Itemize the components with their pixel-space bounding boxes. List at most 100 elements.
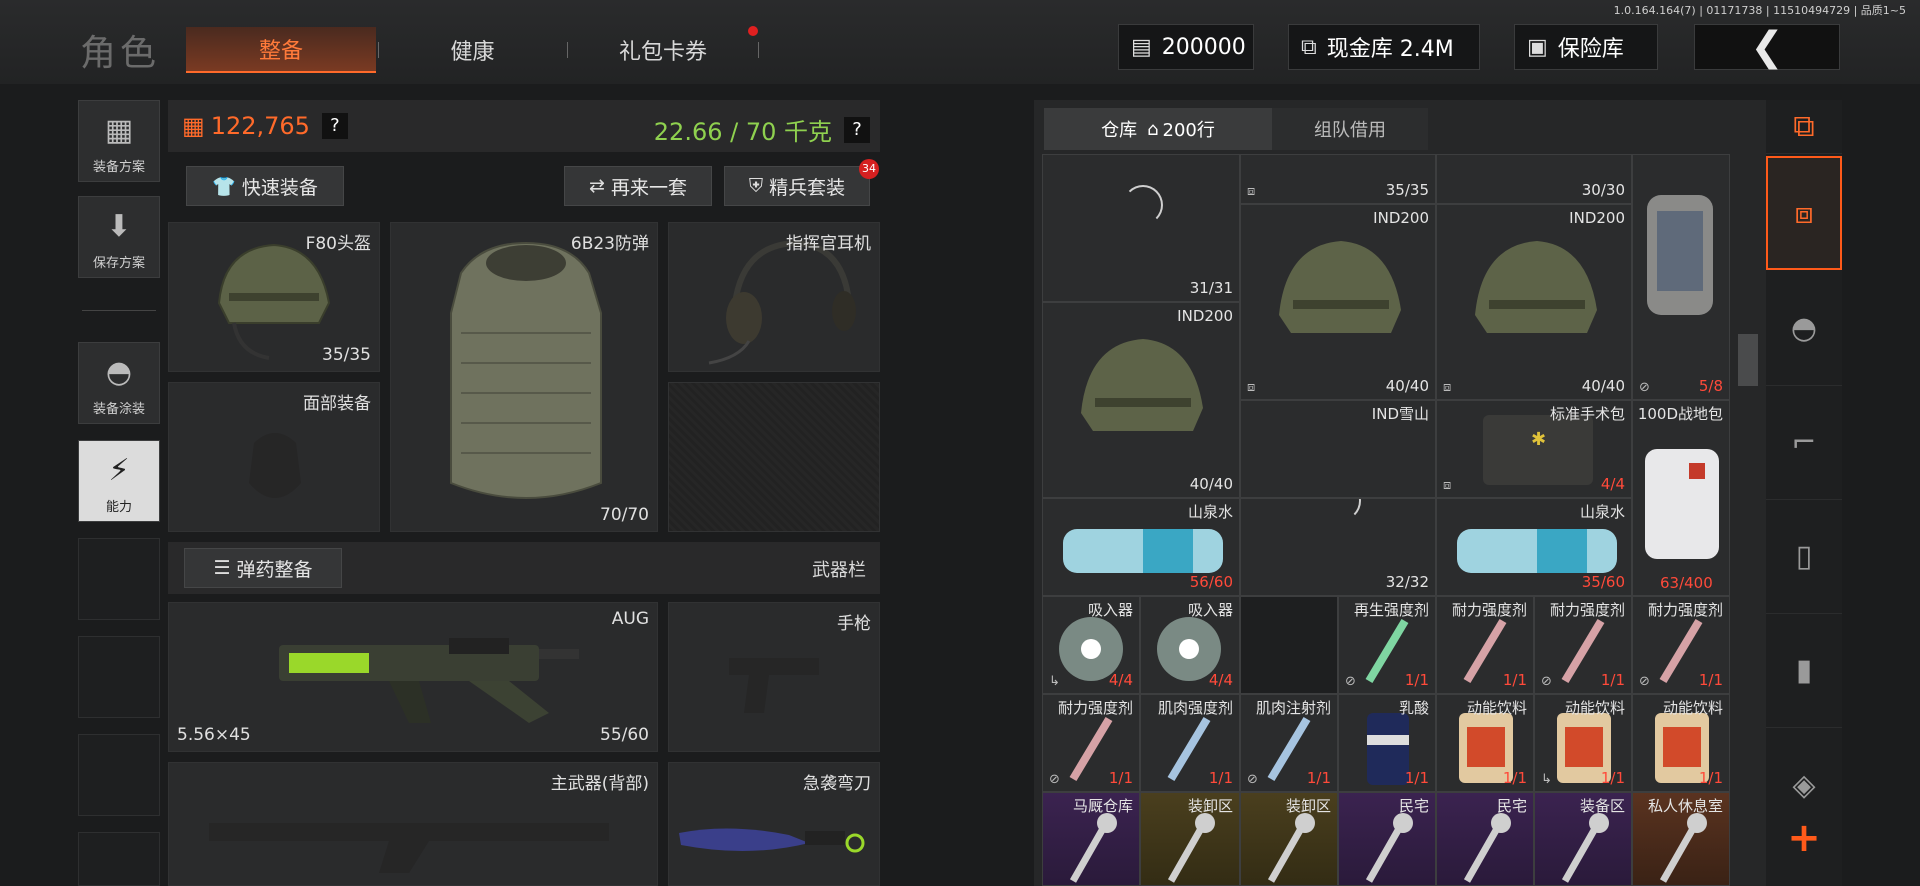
- category-magazine-icon[interactable]: ▯: [1766, 500, 1842, 614]
- inventory-item[interactable]: 山泉水 35/60: [1436, 498, 1632, 596]
- inventory-item[interactable]: 肌肉注射剂 ⊘ 1/1: [1240, 694, 1338, 792]
- item-qty: 1/1: [1600, 769, 1625, 787]
- item-name: 100D战地包: [1637, 405, 1723, 423]
- key-item[interactable]: 民宅: [1436, 792, 1534, 886]
- inventory-item[interactable]: 吸入器 4/4: [1140, 596, 1240, 694]
- inventory-item[interactable]: 再生强度剂 ⊘ 1/1: [1338, 596, 1436, 694]
- ammo-icon: ☰: [213, 557, 231, 579]
- sidebar-empty-slot: [78, 832, 160, 886]
- category-all-icon[interactable]: ⧈: [1766, 156, 1842, 270]
- safe-icon: ▣: [1527, 34, 1548, 60]
- shield-icon: ⛨: [748, 175, 764, 197]
- inventory-item[interactable]: IND雪山: [1240, 400, 1436, 498]
- no-insure-icon: ⊘: [1247, 772, 1258, 787]
- again-button[interactable]: ⇄ 再来一套: [564, 166, 712, 206]
- helmet-image: [1279, 241, 1401, 333]
- inventory-item[interactable]: 耐力强度剂 1/1: [1436, 596, 1534, 694]
- box-icon: ⧈: [1443, 478, 1452, 493]
- inventory-item[interactable]: 吸入器 ↳ 4/4: [1042, 596, 1140, 694]
- pistol-slot[interactable]: 手枪: [668, 602, 880, 752]
- tab-health[interactable]: 健康: [380, 27, 565, 73]
- knife-slot[interactable]: 急袭弯刀: [668, 762, 880, 886]
- top-bar: 1.0.164.164(7) | 01171738 | 11510494729 …: [0, 0, 1920, 84]
- help-icon[interactable]: ?: [844, 116, 870, 143]
- shirt-icon: 👕: [212, 175, 236, 198]
- inventory-item[interactable]: 动能饮料 1/1: [1436, 694, 1534, 792]
- help-icon[interactable]: ?: [321, 113, 348, 139]
- category-ammo-icon[interactable]: ▮: [1766, 614, 1842, 728]
- elite-set-button[interactable]: ⛨ 精兵套装 34: [724, 159, 879, 206]
- item-qty: 1/1: [1502, 769, 1527, 787]
- item-name: 耐力强度剂: [1057, 699, 1133, 717]
- inventory-item[interactable]: ⊘ 5/8: [1632, 154, 1730, 400]
- face-gear-slot[interactable]: 面部装备: [168, 382, 380, 532]
- inventory-item[interactable]: 动能饮料 ↳ 1/1: [1534, 694, 1632, 792]
- inventory-item[interactable]: 32/32: [1240, 498, 1436, 596]
- inventory-item[interactable]: 耐力强度剂 ⊘ 1/1: [1632, 596, 1730, 694]
- category-helmet-icon[interactable]: ◓: [1766, 272, 1842, 386]
- back-button[interactable]: ❮: [1694, 24, 1840, 70]
- headset-slot[interactable]: 指挥官耳机: [668, 222, 880, 372]
- tab-team-borrow[interactable]: 组队借用: [1272, 108, 1428, 150]
- vault-button[interactable]: ⧉ 现金库 2.4M: [1288, 24, 1480, 70]
- inventory-item[interactable]: 山泉水 56/60: [1042, 498, 1240, 596]
- sidebar-item-label: 能力: [105, 500, 132, 515]
- weapon-bar-label: 武器栏: [812, 560, 866, 581]
- key-item[interactable]: 马厩仓库: [1042, 792, 1140, 886]
- warehouse-scrollbar[interactable]: [1738, 334, 1758, 386]
- key-item[interactable]: 装卸区: [1140, 792, 1240, 886]
- save-plan-button[interactable]: ⬇ 保存方案: [78, 196, 160, 278]
- key-item[interactable]: 民宅: [1338, 792, 1436, 886]
- add-icon[interactable]: +: [1766, 810, 1842, 866]
- loadout-plan-button[interactable]: ▦ 装备方案: [78, 100, 160, 182]
- inventory-item[interactable]: 肌肉强度剂 1/1: [1140, 694, 1240, 792]
- category-rifle-icon[interactable]: ⌐: [1766, 386, 1842, 500]
- key-item[interactable]: 装卸区: [1240, 792, 1338, 886]
- slot-durability: 70/70: [600, 505, 649, 525]
- box-icon: ⧈: [1443, 380, 1452, 395]
- inventory-item[interactable]: ⧈ 35/35: [1240, 154, 1436, 204]
- sidebar-empty-slot: [78, 636, 160, 718]
- sort-layers-icon[interactable]: ⧉: [1766, 100, 1842, 154]
- inventory-item[interactable]: 100D战地包: [1632, 400, 1730, 596]
- tab-equip[interactable]: 整备: [186, 27, 376, 73]
- no-insure-icon: ⊘: [1639, 380, 1650, 395]
- item-qty: 1/1: [1600, 671, 1625, 689]
- quick-equip-button[interactable]: 👕 快速装备: [186, 166, 344, 206]
- inventory-item[interactable]: 31/31: [1042, 154, 1240, 302]
- inventory-item[interactable]: 乳酸 1/1: [1338, 694, 1436, 792]
- inventory-item[interactable]: IND200 40/40: [1042, 302, 1240, 498]
- tab-gift-coupons[interactable]: 礼包卡券: [570, 27, 756, 73]
- inventory-item[interactable]: ✱ 标准手术包 ⧈ 4/4: [1436, 400, 1632, 498]
- item-name: 耐力强度剂: [1451, 601, 1527, 619]
- item-name: IND雪山: [1371, 405, 1429, 423]
- inventory-item[interactable]: 耐力强度剂 ⊘ 1/1: [1534, 596, 1632, 694]
- back-weapon-slot[interactable]: 主武器(背部): [168, 762, 658, 886]
- armor-slot[interactable]: 6B23防弹 70/70: [390, 222, 658, 532]
- inventory-item[interactable]: 耐力强度剂 ⊘ 1/1: [1042, 694, 1140, 792]
- primary-weapon-slot[interactable]: AUG 5.56×45 55/60: [168, 602, 658, 752]
- safe-button[interactable]: ▣ 保险库: [1514, 24, 1658, 70]
- inventory-item[interactable]: 30/30: [1436, 154, 1632, 204]
- gear-skin-button[interactable]: ◓ 装备涂装: [78, 342, 160, 424]
- ammo-bar: ☰ 弹药整备 武器栏: [168, 542, 880, 594]
- version-text: 1.0.164.164(7) | 01171738 | 11510494729 …: [1613, 4, 1906, 17]
- inventory-item[interactable]: IND200 ⧈ 40/40: [1436, 204, 1632, 400]
- ability-button[interactable]: ⚡ 能力: [78, 440, 160, 522]
- vest-value-icon: ▦: [182, 112, 205, 140]
- notification-dot: [748, 26, 758, 36]
- vest-icon: ▦: [104, 113, 134, 148]
- inventory-item[interactable]: IND200 ⧈ 40/40: [1240, 204, 1436, 400]
- helmet-slot[interactable]: F80头盔 35/35: [168, 222, 380, 372]
- key-item[interactable]: 私人休息室: [1632, 792, 1730, 886]
- equipment-value-text: 122,765: [210, 112, 310, 140]
- empty-gear-slot[interactable]: [668, 382, 880, 532]
- key-item[interactable]: 装备区: [1534, 792, 1632, 886]
- tab-storage[interactable]: 仓库 ⌂ 200行: [1044, 108, 1272, 150]
- item-qty: 1/1: [1108, 769, 1133, 787]
- ammo-equip-button[interactable]: ☰ 弹药整备: [184, 548, 342, 588]
- export-icon: ↳: [1049, 674, 1060, 689]
- empty-cell[interactable]: [1240, 596, 1338, 694]
- inventory-item[interactable]: 动能饮料 1/1: [1632, 694, 1730, 792]
- item-qty: 35/35: [1385, 181, 1429, 199]
